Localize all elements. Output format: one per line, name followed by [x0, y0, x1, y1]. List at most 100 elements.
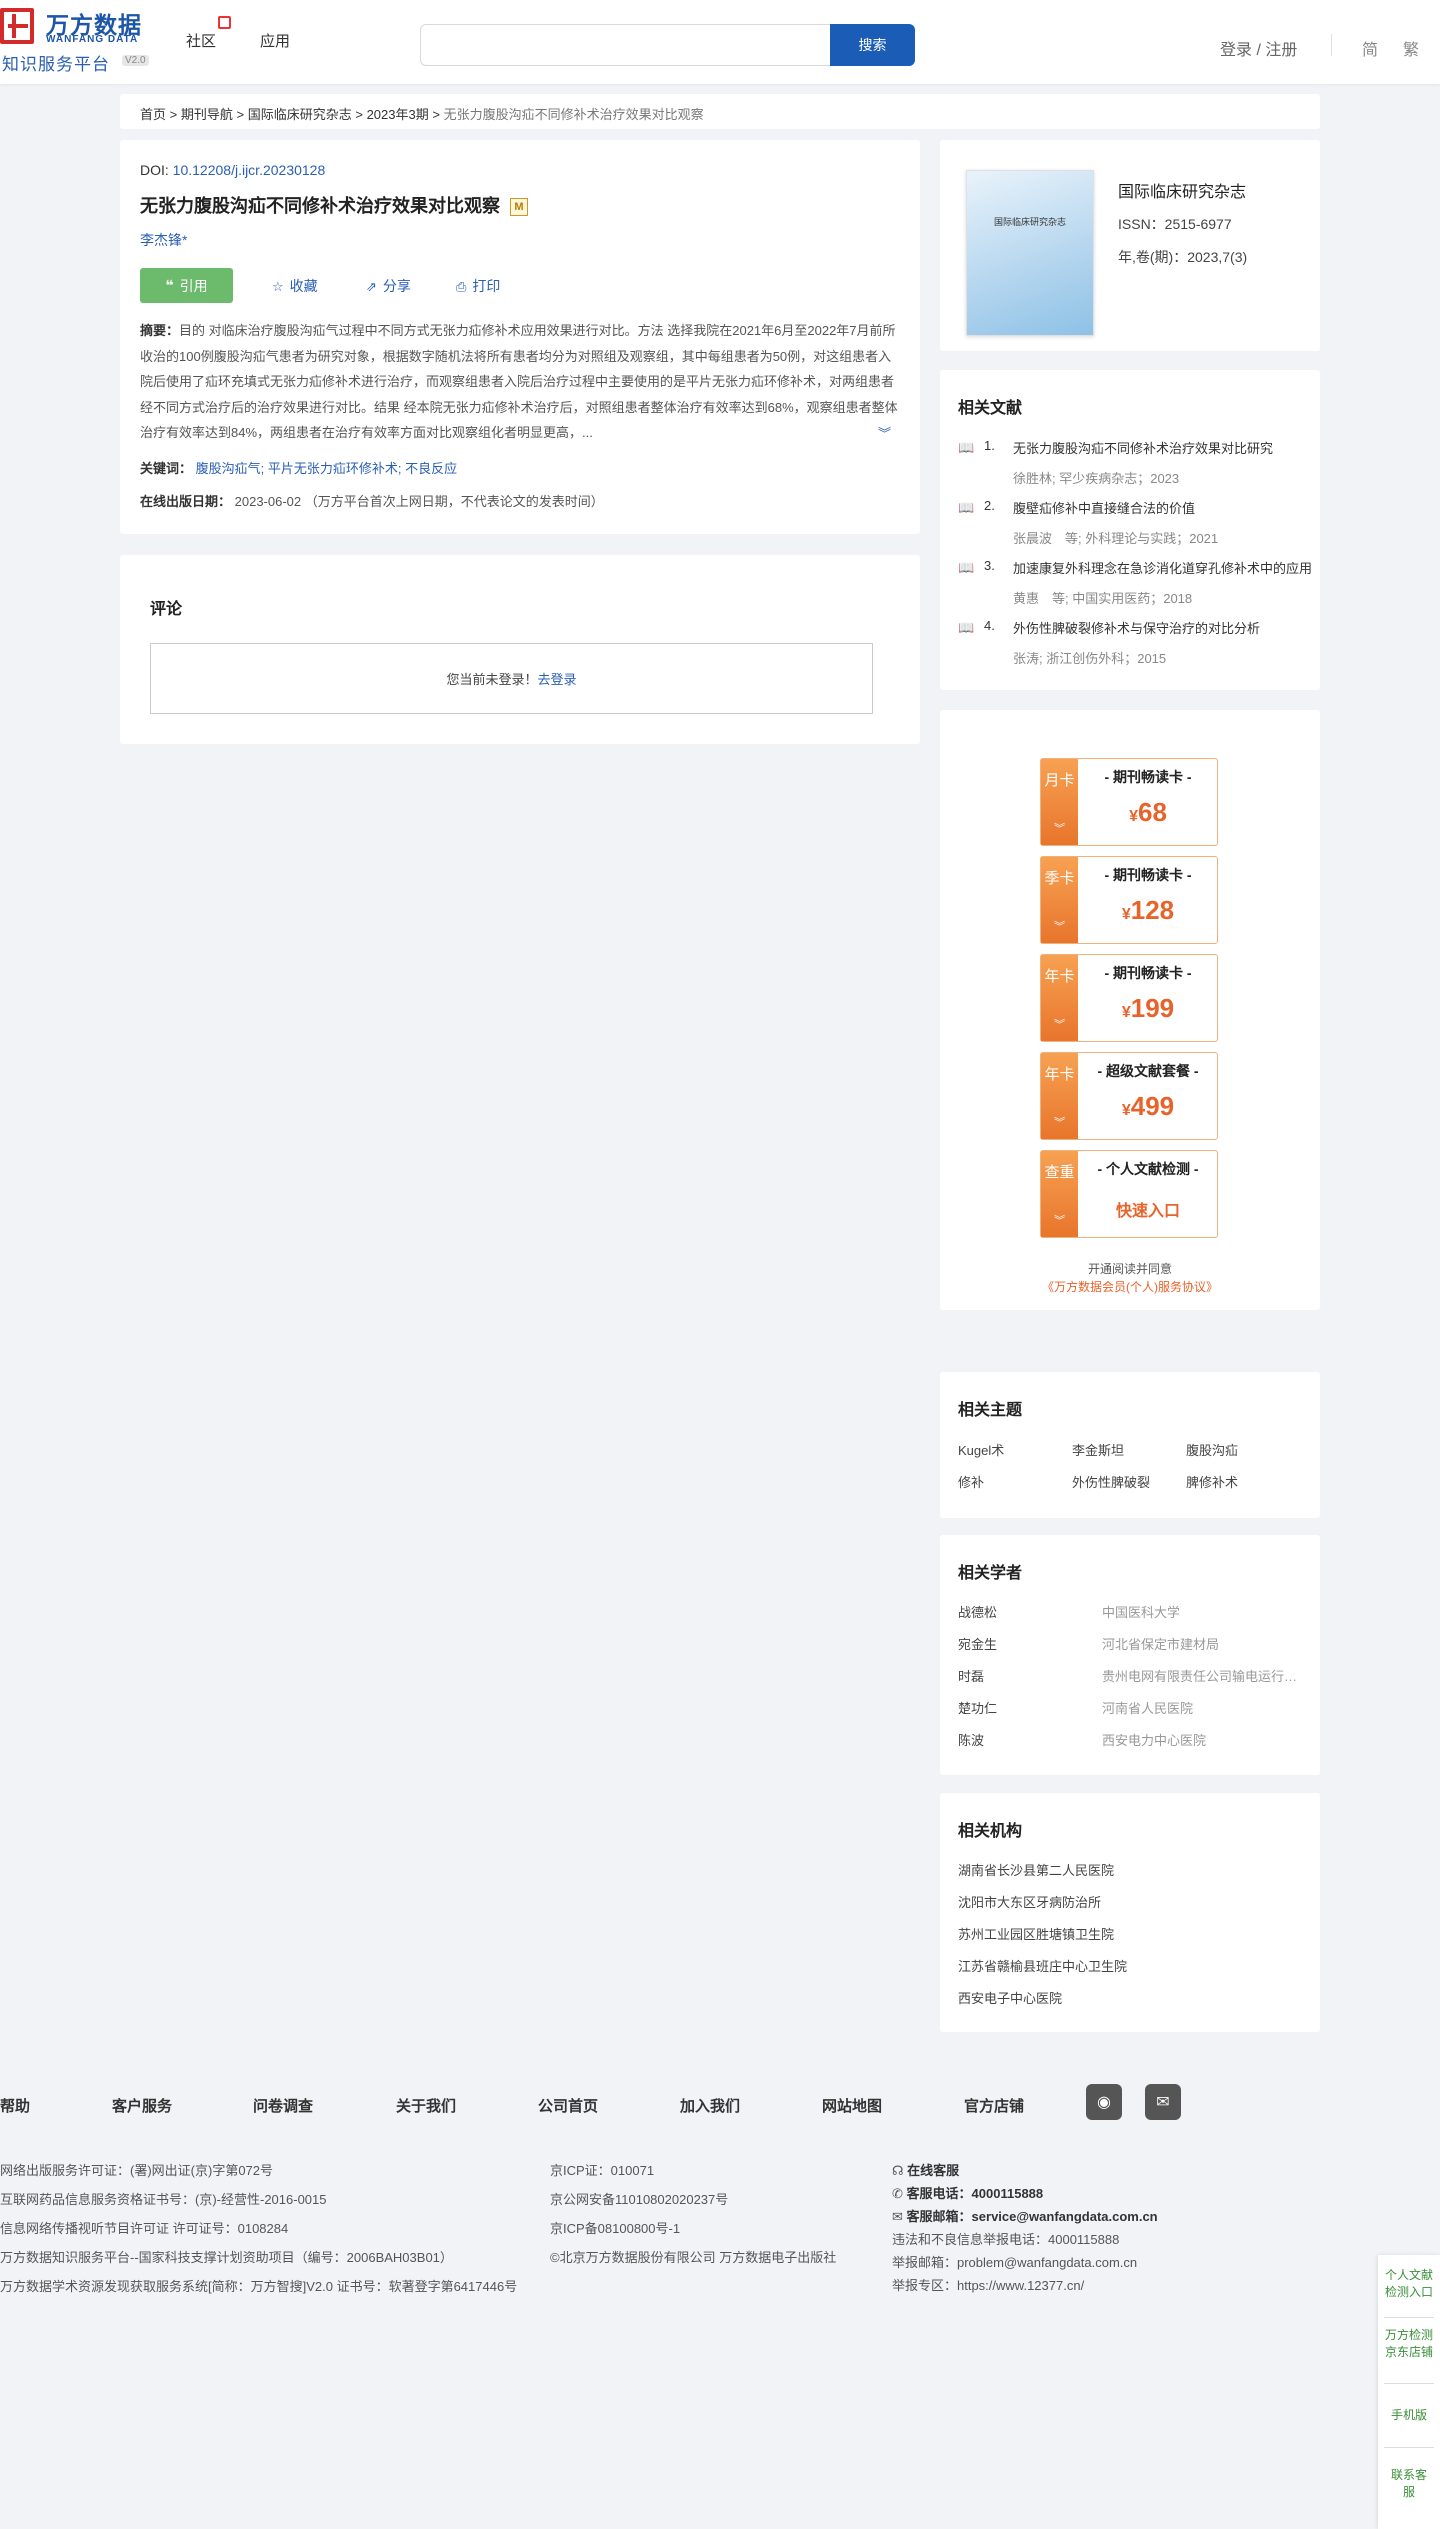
lang-traditional[interactable]: 繁	[1403, 36, 1419, 60]
plagiarism-check-card[interactable]: 查重 ︾ - 个人文献检测 - 快速入口	[1040, 1150, 1218, 1238]
topic-link[interactable]: 外伤性脾破裂	[1072, 1472, 1150, 1491]
report-email: 举报邮箱：problem@wanfangdata.com.cn	[892, 2255, 1138, 2270]
footer-link-join[interactable]: 加入我们	[680, 2095, 740, 2116]
crumb-journal-nav[interactable]: 期刊导航	[181, 107, 233, 122]
scholar-name[interactable]: 宛金生	[958, 1634, 997, 1653]
scholar-name[interactable]: 楚功仁	[958, 1698, 997, 1717]
report-zone-link[interactable]: 举报专区：https://www.12377.cn/	[892, 2275, 1084, 2294]
m-badge-icon[interactable]: M	[510, 198, 528, 216]
related-papers-title: 相关文献	[958, 400, 1023, 417]
doi-link[interactable]: 10.12208/j.ijcr.20230128	[173, 162, 326, 178]
double-chevron-icon: ︾	[1054, 1215, 1065, 1227]
lang-simplified[interactable]: 简	[1362, 36, 1378, 60]
side-divider	[1384, 2317, 1434, 2318]
nav-apps[interactable]: 应用	[260, 30, 290, 51]
super-package-card[interactable]: 年卡 ︾ - 超级文献套餐 - ¥499	[1040, 1052, 1218, 1140]
footer-link-service[interactable]: 客户服务	[112, 2095, 172, 2116]
side-jd-store[interactable]: 万方检测京东店铺	[1378, 2327, 1440, 2361]
cite-button[interactable]: ❝ 引用	[140, 268, 233, 303]
side-contact-service[interactable]: 联系客服	[1378, 2455, 1440, 2501]
footer-license: 信息网络传播视听节目许可证 许可证号：0108284	[0, 2221, 289, 2236]
mail-icon: ✉	[892, 2209, 903, 2224]
footer-link-company[interactable]: 公司首页	[538, 2095, 598, 2116]
logo-version-badge: V2.0	[122, 55, 149, 66]
book-icon: 📖	[958, 500, 975, 515]
pub-date-label: 在线出版日期：	[140, 494, 232, 509]
online-service[interactable]: ☊ 在线客服	[892, 2160, 959, 2179]
institution-link[interactable]: 西安电子中心医院	[958, 1988, 1062, 2007]
related-paper-meta: 张晨波 等; 外科理论与实践；2021	[1013, 531, 1219, 546]
crumb-issue[interactable]: 2023年3期	[367, 107, 429, 122]
login-register-link[interactable]: 登录 / 注册	[1220, 36, 1297, 60]
topic-link[interactable]: 李金斯坦	[1072, 1440, 1124, 1459]
scholar-org: 河南省人民医院	[1102, 1701, 1194, 1716]
related-institutions-title: 相关机构	[958, 1823, 1023, 1840]
online-service-label: 在线客服	[907, 2163, 960, 2178]
agreement-note: 开通阅读并同意	[1087, 1262, 1172, 1276]
go-login-link[interactable]: 去登录	[538, 669, 577, 688]
search-input[interactable]	[420, 24, 830, 66]
logo-mark-icon	[0, 8, 34, 44]
monthly-card[interactable]: 月卡 ︾ - 期刊畅读卡 - ¥68	[1040, 758, 1218, 846]
wanfang-logo[interactable]: 万方数据 WANFANG DATA 知识服务平台 V2.0	[0, 6, 160, 76]
doi-label: DOI:	[140, 162, 169, 178]
community-badge-icon	[218, 16, 231, 29]
journal-cover[interactable]: 国际临床研究杂志	[966, 170, 1094, 336]
keyword-link[interactable]: 平片无张力疝环修补术	[268, 461, 398, 476]
footer-link-survey[interactable]: 问卷调查	[253, 2095, 313, 2116]
email-label: 客服邮箱：	[906, 2209, 972, 2224]
expand-chevron-icon[interactable]: ︾	[878, 423, 891, 442]
book-icon: 📖	[958, 560, 975, 575]
related-paper-title[interactable]: 加速康复外科理念在急诊消化道穿孔修补术中的应用	[1013, 558, 1313, 577]
scholar-name[interactable]: 战德松	[958, 1602, 997, 1621]
scholar-name[interactable]: 时磊	[958, 1666, 984, 1685]
crumb-home[interactable]: 首页	[140, 107, 166, 122]
topic-link[interactable]: 脾修补术	[1186, 1472, 1238, 1491]
related-paper-title[interactable]: 无张力腹股沟疝不同修补术治疗效果对比研究	[1013, 438, 1313, 457]
journal-name[interactable]: 国际临床研究杂志	[1118, 178, 1246, 202]
topic-link[interactable]: 修补	[958, 1472, 984, 1491]
favorite-button[interactable]: ☆ 收藏	[272, 276, 318, 296]
footer-link-sitemap[interactable]: 网站地图	[822, 2095, 882, 2116]
footer-license: 互联网药品信息服务资格证书号：(京)-经营性-2016-0015	[0, 2192, 327, 2207]
pub-date-line: 在线出版日期： 2023-06-02 （万方平台首次上网日期，不代表论文的发表时…	[140, 491, 604, 510]
top-header: 万方数据 WANFANG DATA 知识服务平台 V2.0 社区 应用 搜索 登…	[0, 0, 1440, 84]
phone-icon: ✆	[892, 2186, 903, 2201]
share-button[interactable]: ⇗ 分享	[366, 276, 411, 296]
institution-link[interactable]: 湖南省长沙县第二人民医院	[958, 1860, 1114, 1879]
weibo-icon[interactable]: ◉	[1086, 2084, 1122, 2120]
side-divider	[1384, 2447, 1434, 2448]
topic-link[interactable]: Kugel术	[958, 1440, 1004, 1459]
institution-link[interactable]: 沈阳市大东区牙病防治所	[958, 1892, 1101, 1911]
author-link[interactable]: 李杰锋*	[140, 230, 187, 250]
quarterly-card[interactable]: 季卡 ︾ - 期刊畅读卡 - ¥128	[1040, 856, 1218, 944]
crumb-journal[interactable]: 国际临床研究杂志	[248, 107, 352, 122]
card-title: - 期刊畅读卡 -	[1104, 867, 1192, 883]
wechat-icon[interactable]: ✉	[1145, 2084, 1181, 2120]
related-paper-title[interactable]: 外伤性脾破裂修补术与保守治疗的对比分析	[1013, 618, 1313, 637]
book-icon: 📖	[958, 620, 975, 635]
scholar-name[interactable]: 陈波	[958, 1730, 984, 1749]
card-title: - 期刊畅读卡 -	[1104, 769, 1192, 785]
side-personal-check[interactable]: 个人文献检测入口	[1378, 2267, 1440, 2301]
currency: ¥	[1121, 1102, 1131, 1119]
footer-link-store[interactable]: 官方店铺	[964, 2095, 1024, 2116]
side-mobile[interactable]: 手机版	[1378, 2391, 1440, 2424]
card-title: - 期刊畅读卡 -	[1104, 965, 1192, 981]
keyword-link[interactable]: 不良反应	[405, 461, 457, 476]
institution-link[interactable]: 苏州工业园区胜塘镇卫生院	[958, 1924, 1114, 1943]
card-title: - 超级文献套餐 -	[1097, 1063, 1199, 1079]
annual-card[interactable]: 年卡 ︾ - 期刊畅读卡 - ¥199	[1040, 954, 1218, 1042]
footer-link-help[interactable]: 帮助	[0, 2095, 30, 2116]
nav-community[interactable]: 社区	[186, 30, 216, 51]
share-label: 分享	[382, 278, 411, 294]
search-button[interactable]: 搜索	[830, 24, 915, 66]
keyword-link[interactable]: 腹股沟疝气	[196, 461, 261, 476]
agreement-link[interactable]: 《万方数据会员(个人)服务协议》	[940, 1278, 1320, 1295]
related-paper-title[interactable]: 腹壁疝修补中直接缝合法的价值	[1013, 498, 1313, 517]
footer-link-about[interactable]: 关于我们	[396, 2095, 456, 2116]
print-button[interactable]: ⎙ 打印	[456, 276, 500, 296]
institution-link[interactable]: 江苏省赣榆县班庄中心卫生院	[958, 1956, 1127, 1975]
topic-link[interactable]: 腹股沟疝	[1186, 1440, 1238, 1459]
keyword-sep: ;	[260, 461, 265, 476]
